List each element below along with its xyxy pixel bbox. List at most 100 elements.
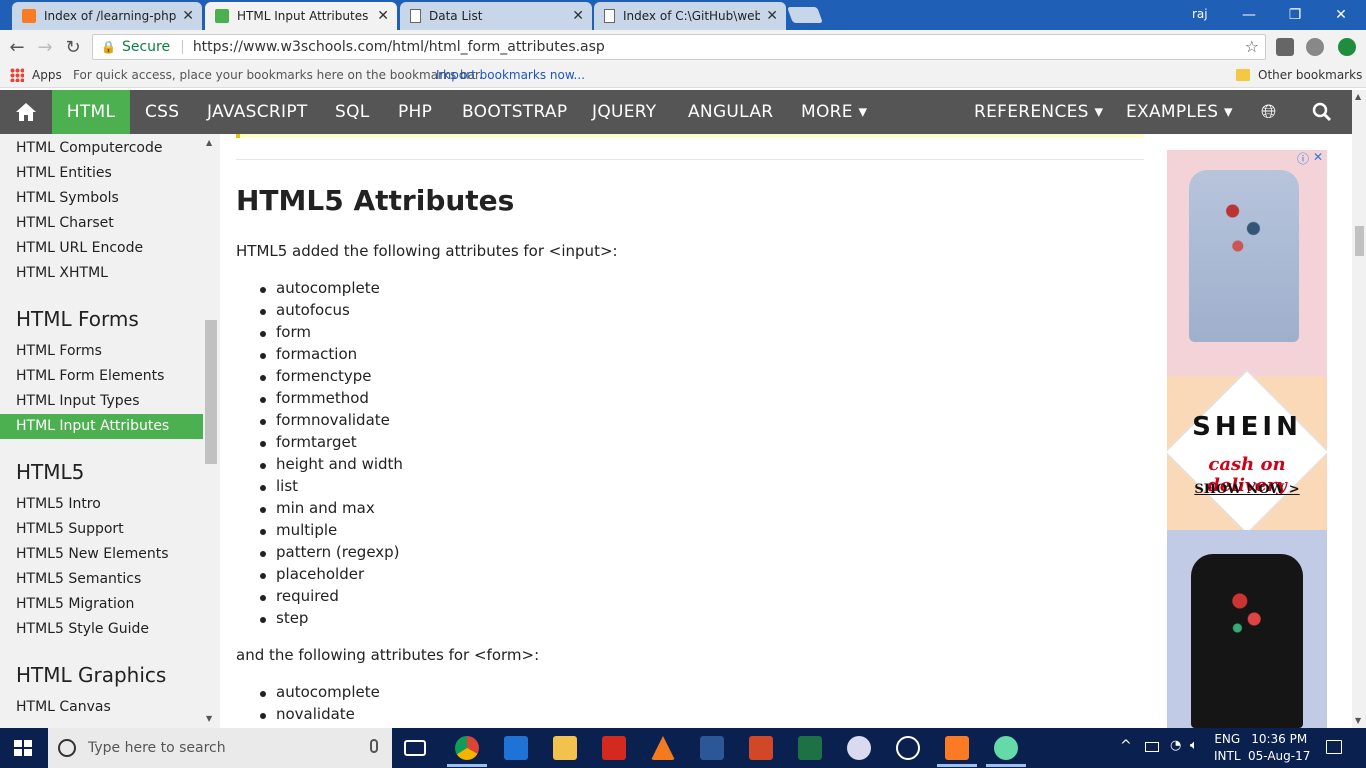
paint-icon[interactable] [847,736,871,760]
sidebar-item-forms[interactable]: HTML Forms [0,339,203,364]
tab-html-input-attributes[interactable]: HTML Input Attributes ✕ [205,2,397,30]
nav-more[interactable]: MORE ▾ [801,90,867,134]
tab-index-github[interactable]: Index of C:\GitHub\web- ✕ [594,2,786,30]
new-tab-button[interactable] [787,7,823,23]
close-tab-icon[interactable]: ✕ [766,8,778,24]
nav-references[interactable]: REFERENCES ▾ [974,90,1103,134]
sidebar-item-form-elements[interactable]: HTML Form Elements [0,364,203,389]
taskbar-clock[interactable]: 10:36 PM 05-Aug-17 [1248,731,1310,765]
home-icon[interactable] [0,90,52,134]
nav-examples[interactable]: EXAMPLES ▾ [1126,90,1233,134]
browser-tab-strip: Index of /learning-php/c ✕ HTML Input At… [0,0,1366,30]
sidebar-scroll-down-icon[interactable]: ▼ [206,714,212,723]
ad-close-icon[interactable]: ✕ [1313,150,1323,164]
battery-icon[interactable] [1145,742,1159,752]
ad-cta[interactable]: SHOW NOW > [1167,482,1327,497]
page-scrollbar[interactable]: ▲ ▼ [1352,90,1366,728]
sidebar-item-html5-style-guide[interactable]: HTML5 Style Guide [0,617,203,642]
intro-form-text: and the following attributes for <form>: [236,646,540,664]
reload-icon[interactable]: ↻ [62,36,84,58]
close-tab-icon[interactable]: ✕ [182,8,194,24]
address-bar[interactable]: 🔒 Secure | https://www.w3schools.com/htm… [92,34,1266,60]
nav-angular[interactable]: ANGULAR [688,90,773,134]
excel-icon[interactable] [798,736,822,760]
profile-name[interactable]: raj [1192,7,1208,21]
sidebar-item-input-attributes[interactable]: HTML Input Attributes [0,414,203,439]
sidebar-item-url-encode[interactable]: HTML URL Encode [0,236,203,261]
wifi-icon[interactable]: ◔ [1170,738,1181,753]
acrobat-icon[interactable] [602,736,626,760]
sidebar-item-canvas[interactable]: HTML Canvas [0,695,203,720]
close-tab-icon[interactable]: ✕ [377,8,389,24]
tray-chevron-icon[interactable]: ^ [1120,738,1132,754]
sidebar-scrollbar[interactable] [205,320,217,464]
language-indicator[interactable]: ENG INTL [1214,731,1241,765]
nav-css[interactable]: CSS [145,90,179,134]
ad-info-icon[interactable]: ⓘ [1297,150,1309,167]
list-item: formtarget [260,433,357,451]
sidebar-item-symbols[interactable]: HTML Symbols [0,186,203,211]
taskbar-search-box[interactable]: Type here to search [48,728,392,768]
update-icon[interactable] [1338,38,1356,56]
browser-toolbar: ← → ↻ 🔒 Secure | https://www.w3schools.c… [0,30,1366,64]
bookmark-star-icon[interactable]: ☆ [1245,37,1259,56]
chrome-icon[interactable] [455,736,479,760]
sidebar-item-computercode[interactable]: HTML Computercode [0,136,203,161]
url-text[interactable]: https://www.w3schools.com/html/html_form… [193,39,605,55]
active-app-indicator [986,764,1026,767]
nav-html[interactable]: HTML [52,90,130,134]
atom-icon[interactable] [994,736,1018,760]
advertisement[interactable]: SHEIN cash on delivery SHOW NOW > ⓘ ✕ [1167,150,1327,728]
volume-icon[interactable]: 🔈︎ [1190,738,1198,753]
other-bookmarks[interactable]: Other bookmarks [1236,68,1362,82]
globe-icon[interactable]: 🌐︎ [1261,90,1277,134]
extension-shield-icon[interactable] [1276,38,1294,56]
page-scroll-thumb[interactable] [1355,226,1364,256]
tab-index-learning-php[interactable]: Index of /learning-php/c ✕ [12,2,202,30]
extension-settings-icon[interactable] [1306,38,1324,56]
task-view-icon[interactable] [404,740,426,756]
nav-php[interactable]: PHP [398,90,432,134]
powerpoint-icon[interactable] [749,736,773,760]
sidebar-item-html5-migration[interactable]: HTML5 Migration [0,592,203,617]
file-explorer-icon[interactable] [553,736,577,760]
sidebar-item-html5-support[interactable]: HTML5 Support [0,517,203,542]
close-tab-icon[interactable]: ✕ [572,8,584,24]
sidebar-item-xhtml[interactable]: HTML XHTML [0,261,203,286]
sidebar-item-html5-semantics[interactable]: HTML5 Semantics [0,567,203,592]
search-icon[interactable] [1312,90,1332,134]
start-windows-icon[interactable] [14,740,32,756]
import-bookmarks-link[interactable]: Import bookmarks now... [436,68,585,82]
page-scroll-up-icon[interactable]: ▲ [1355,92,1361,101]
nav-sql[interactable]: SQL [335,90,370,134]
minimize-icon[interactable]: — [1226,0,1272,30]
restore-icon[interactable]: ❐ [1272,0,1318,30]
nav-bootstrap[interactable]: BOOTSTRAP [462,90,567,134]
sidebar-item-input-types[interactable]: HTML Input Types [0,389,203,414]
page-icon [604,9,615,23]
sidebar-item-entities[interactable]: HTML Entities [0,161,203,186]
apps-label: Apps [32,68,62,82]
back-arrow-icon[interactable]: ← [6,36,28,58]
nav-jquery[interactable]: JQUERY [592,90,657,134]
apps-shortcut[interactable]: Apps [10,68,62,82]
security-shield-icon[interactable] [504,736,528,760]
alarm-clock-icon[interactable] [896,736,920,760]
sidebar-item-charset[interactable]: HTML Charset [0,211,203,236]
word-icon[interactable] [700,736,724,760]
tab-data-list[interactable]: Data List ✕ [400,2,592,30]
vlc-icon[interactable] [651,736,675,760]
tab-title: HTML Input Attributes [237,9,369,23]
xampp-icon[interactable] [945,736,969,760]
sidebar-item-html5-new-elements[interactable]: HTML5 New Elements [0,542,203,567]
microphone-icon[interactable] [370,739,378,753]
sidebar-item-html5-intro[interactable]: HTML5 Intro [0,492,203,517]
notifications-icon[interactable] [1326,740,1342,754]
close-window-icon[interactable]: ✕ [1318,0,1364,30]
lang-bottom: INTL [1214,749,1241,763]
sidebar-scroll-up-icon[interactable]: ▲ [206,138,212,147]
nav-javascript[interactable]: JAVASCRIPT [207,90,308,134]
forward-arrow-icon[interactable]: → [34,36,56,58]
secure-label: Secure [121,39,171,55]
page-scroll-down-icon[interactable]: ▼ [1355,716,1361,725]
